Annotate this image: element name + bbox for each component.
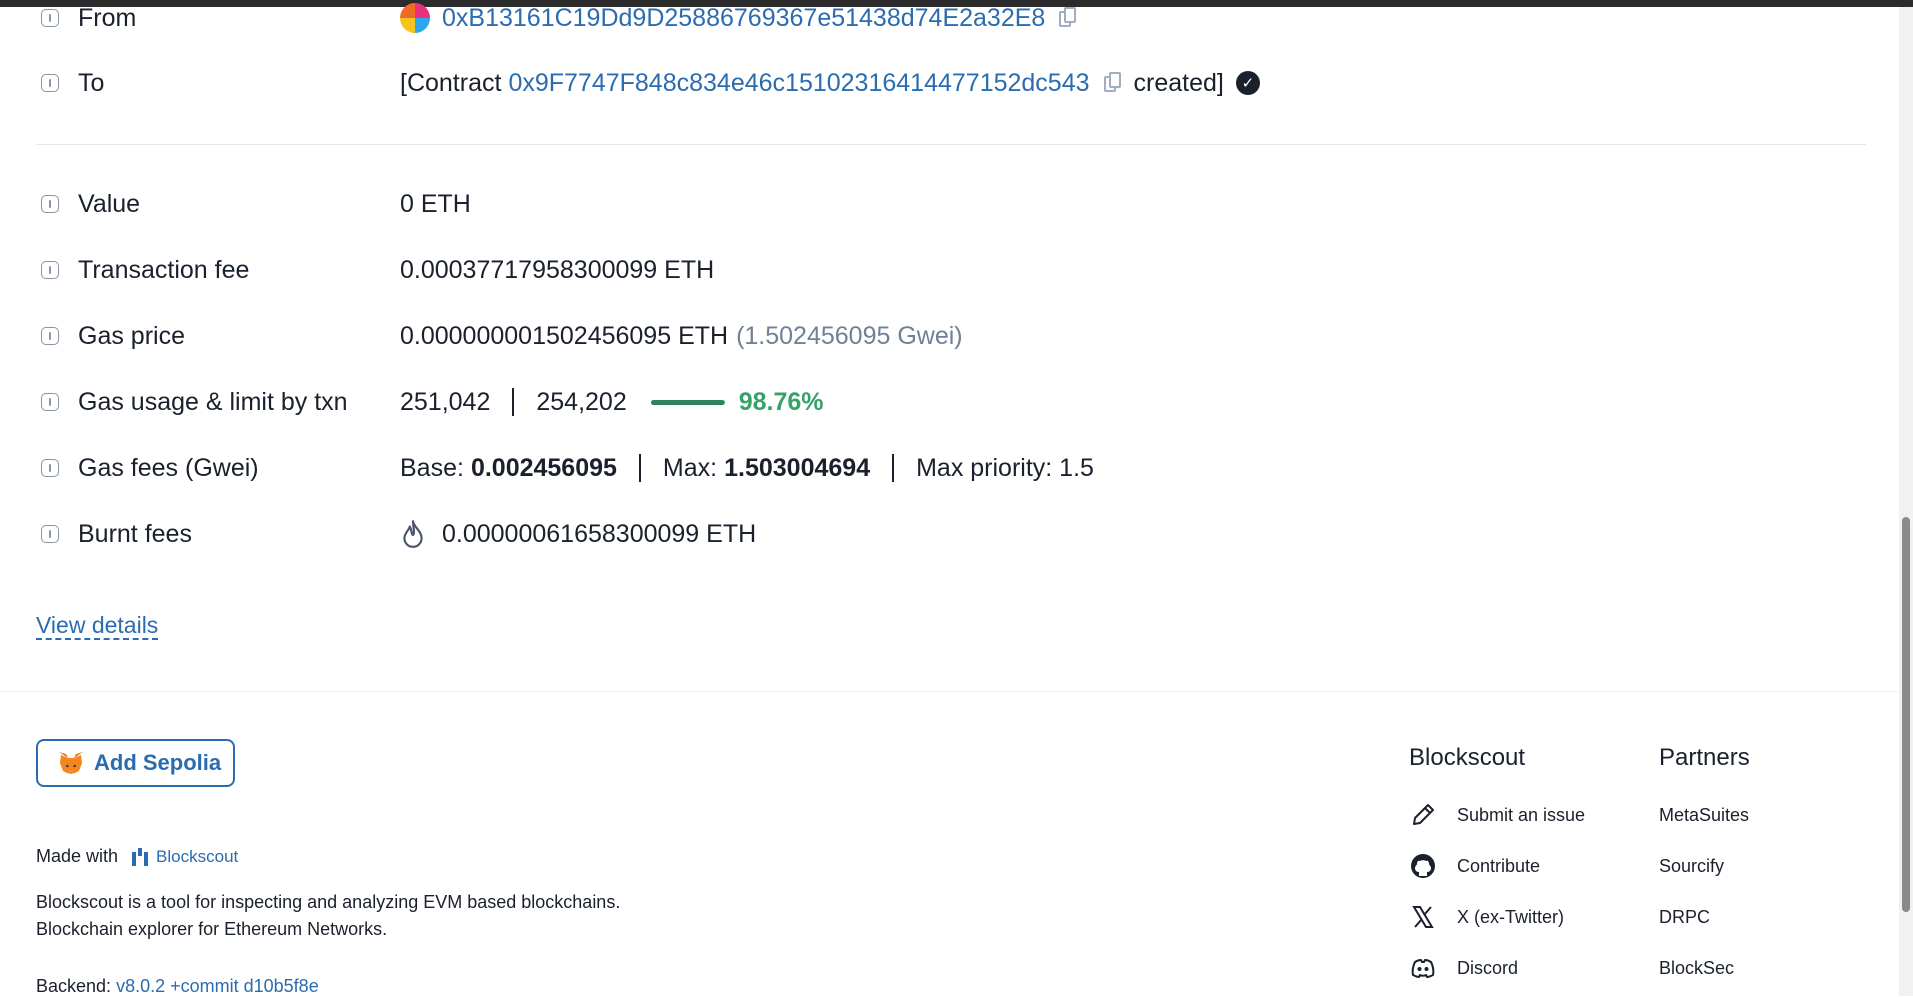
from-address-link[interactable]: 0xB13161C19Dd9D25886769367e51438d74E2a32… <box>442 4 1045 33</box>
detail-label: To <box>78 68 105 97</box>
made-with: Made with Blockscout <box>36 846 238 867</box>
github-icon <box>1411 854 1435 878</box>
info-icon[interactable] <box>41 525 59 543</box>
pencil-icon <box>1413 804 1434 825</box>
info-icon[interactable] <box>41 459 59 477</box>
to-suffix: created] <box>1133 68 1224 97</box>
detail-value: 0xB13161C19Dd9D25886769367e51438d74E2a32… <box>400 3 1077 33</box>
detail-label: Transaction fee <box>78 255 250 284</box>
blockscout-brand-text: Blockscout <box>156 846 239 866</box>
max-fee-value: 1.503004694 <box>724 453 871 482</box>
detail-label: Value <box>78 189 141 218</box>
footer-description-line2: Blockchain explorer for Ethereum Network… <box>36 919 388 939</box>
gas-used: 251,042 <box>400 387 491 416</box>
blockscout-column-title: Blockscout <box>1409 744 1526 771</box>
footer-link-contribute[interactable]: Contribute <box>1409 852 1540 880</box>
section-divider <box>36 144 1866 145</box>
separator <box>892 454 895 482</box>
copy-icon[interactable] <box>1103 72 1122 94</box>
gas-limit: 254,202 <box>536 387 627 416</box>
contract-address-link[interactable]: 0x9F7747F848c834e46c15102316414477152dc5… <box>508 69 1089 98</box>
detail-value: 0.00000061658300099 ETH <box>400 519 756 549</box>
gas-price-eth: 0.000000001502456095 ETH <box>400 321 729 350</box>
check-circle-icon: ✓ <box>1235 71 1260 95</box>
detail-label: Gas price <box>78 321 185 350</box>
footer-link-discord[interactable]: Discord <box>1409 954 1518 982</box>
footer-link-label: X (ex-Twitter) <box>1457 906 1565 927</box>
separator <box>512 388 515 416</box>
partner-link-drpc[interactable]: DRPC <box>1659 907 1710 928</box>
partner-link-blocksec[interactable]: BlockSec <box>1659 958 1734 979</box>
detail-label: From <box>78 3 137 32</box>
detail-value: 0 ETH <box>400 189 471 218</box>
footer-link-label: Discord <box>1457 957 1519 978</box>
base-fee-value: 0.002456095 <box>470 453 617 482</box>
max-priority-fee: Max priority: 1.5 <box>916 453 1094 482</box>
scrollbar[interactable] <box>1899 7 1913 996</box>
detail-value: 0.00037717958300099 ETH <box>400 255 715 284</box>
detail-value: 0.000000001502456095 ETH (1.502456095 Gw… <box>400 322 963 351</box>
blockscout-logo-icon <box>132 847 149 866</box>
info-icon[interactable] <box>41 195 59 213</box>
info-icon[interactable] <box>41 393 59 411</box>
metamask-fox-icon <box>59 752 83 774</box>
detail-label: Gas usage & limit by txn <box>78 387 348 416</box>
info-icon[interactable] <box>41 261 59 279</box>
blockscout-logo[interactable]: Blockscout <box>130 847 238 867</box>
to-prefix: [Contract <box>400 68 502 97</box>
footer-link-twitter[interactable]: X (ex-Twitter) <box>1409 903 1564 931</box>
detail-row-burnt-fees: Burnt fees 0.00000061658300099 ETH <box>0 514 1880 554</box>
address-avatar-icon <box>400 3 430 33</box>
footer-link-submit-issue[interactable]: Submit an issue <box>1409 801 1585 829</box>
detail-value: Base: 0.002456095 Max: 1.503004694 Max p… <box>400 454 1094 483</box>
detail-label: Burnt fees <box>78 519 192 548</box>
partners-column-title: Partners <box>1659 744 1750 771</box>
gas-usage-progress-fill <box>650 399 724 405</box>
copy-icon[interactable] <box>1059 7 1077 29</box>
scrollbar-thumb[interactable] <box>1902 517 1910 912</box>
footer-divider <box>0 691 1900 692</box>
detail-row-to: To [Contract 0x9F7747F848c834e46c1510231… <box>0 63 1880 103</box>
gas-price-gwei: (1.502456095 Gwei) <box>736 321 963 350</box>
backend-version-link[interactable]: v8.0.2 +commit d10b5f8e <box>116 976 319 996</box>
footer-link-label: Contribute <box>1457 855 1541 876</box>
base-fee-label: Base: <box>400 453 464 482</box>
detail-value: 251,042 254,202 98.76% <box>400 388 824 417</box>
separator <box>638 454 641 482</box>
backend-version: Backend: v8.0.2 +commit d10b5f8e <box>36 976 319 997</box>
burnt-fees-value: 0.00000061658300099 ETH <box>442 519 757 548</box>
gas-usage-percent: 98.76% <box>738 387 824 416</box>
detail-row-gas-fees: Gas fees (Gwei) Base: 0.002456095 Max: 1… <box>0 448 1880 488</box>
made-with-label: Made with <box>36 846 119 866</box>
detail-row-value: Value 0 ETH <box>0 184 1880 224</box>
detail-row-transaction-fee: Transaction fee 0.00037717958300099 ETH <box>0 250 1880 290</box>
detail-label: Gas fees (Gwei) <box>78 453 259 482</box>
partner-link-sourcify[interactable]: Sourcify <box>1659 856 1724 877</box>
partner-link-metasuites[interactable]: MetaSuites <box>1659 805 1749 826</box>
backend-label: Backend: <box>36 976 112 996</box>
view-details-link[interactable]: View details <box>36 612 159 640</box>
footer-description-line1: Blockscout is a tool for inspecting and … <box>36 892 621 912</box>
detail-row-gas-usage: Gas usage & limit by txn 251,042 254,202… <box>0 382 1880 422</box>
detail-value: [Contract 0x9F7747F848c834e46c1510231641… <box>400 69 1260 98</box>
x-icon <box>1412 906 1434 928</box>
discord-icon <box>1411 959 1435 978</box>
add-network-label: Add Sepolia <box>94 750 222 775</box>
detail-row-from: From 0xB13161C19Dd9D25886769367e51438d74… <box>0 0 1880 38</box>
info-icon[interactable] <box>41 9 59 27</box>
gas-usage-progress-bar <box>650 399 725 405</box>
flame-icon <box>403 520 423 548</box>
info-icon[interactable] <box>41 327 59 345</box>
footer-link-label: Submit an issue <box>1457 804 1586 825</box>
add-network-button[interactable]: Add Sepolia <box>36 739 235 787</box>
info-icon[interactable] <box>41 74 59 92</box>
max-fee-label: Max: <box>662 453 718 482</box>
detail-row-gas-price: Gas price 0.000000001502456095 ETH (1.50… <box>0 316 1880 356</box>
